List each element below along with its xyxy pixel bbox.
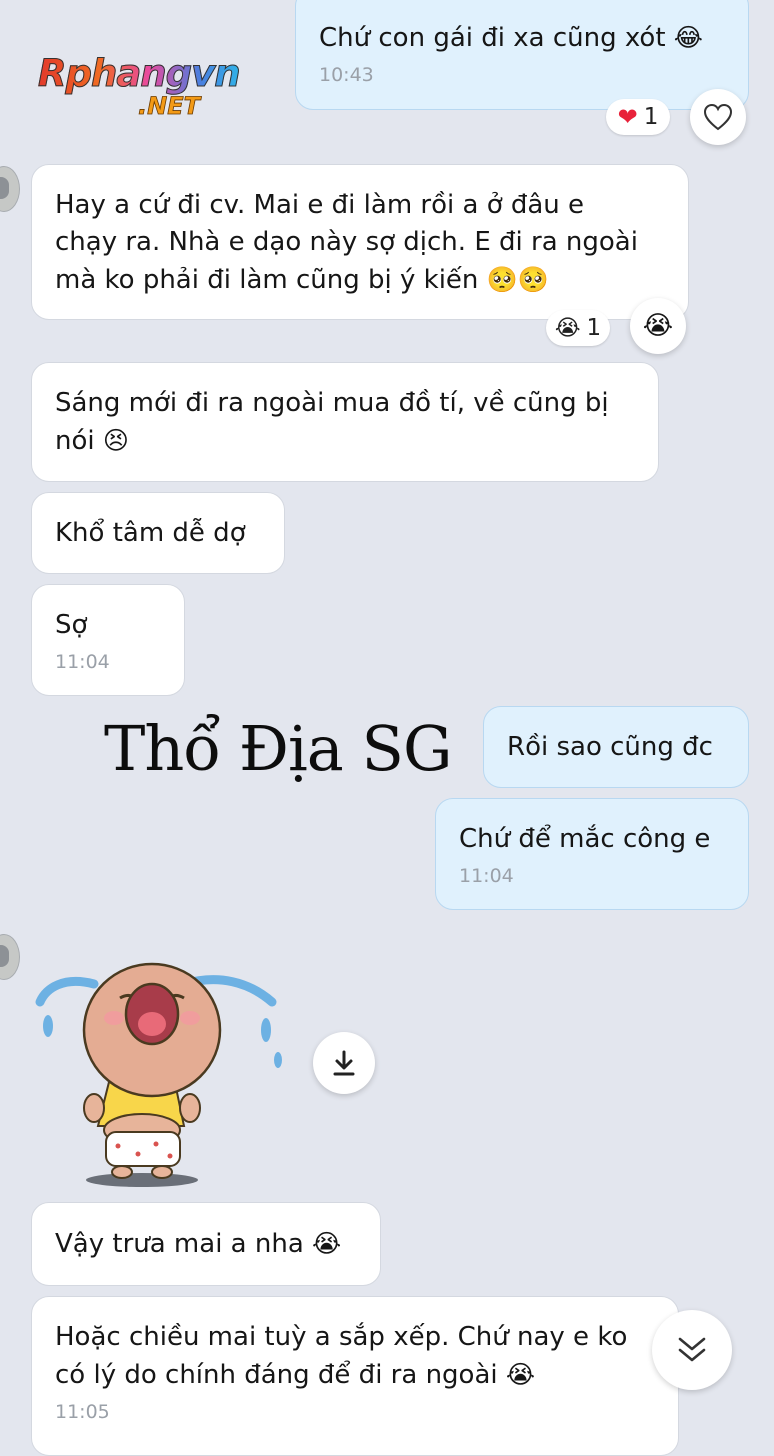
message-bubble-incoming[interactable]: Hay a cứ đi cv. Mai e đi làm rồi a ở đâu… [31, 164, 689, 320]
message-line: Sáng mới đi ra ngoài mua đồ tí, về cũng … [55, 388, 609, 418]
message-bubble-incoming[interactable]: Vậy trưa mai a nha 😭 [31, 1202, 381, 1286]
logo-text: Rphangvn [38, 52, 242, 96]
message-line: Hoặc chiều mai tuỳ a sắp xếp. Chứ nay e … [55, 1322, 628, 1352]
heart-icon: ❤ [617, 103, 638, 131]
download-icon [333, 1050, 355, 1076]
laughing-emoji: 😂 [673, 23, 704, 52]
reaction-count: 1 [586, 315, 602, 341]
message-time: 11:05 [55, 1401, 110, 1423]
message-text: Chứ để mắc công e [459, 824, 711, 854]
react-button[interactable]: 😭 [630, 298, 686, 354]
avatar[interactable] [0, 934, 20, 980]
message-text: Chứ con gái đi xa cũng xót [319, 23, 666, 53]
download-button[interactable] [313, 1032, 375, 1094]
avatar[interactable] [0, 166, 20, 212]
message-bubble-outgoing[interactable]: Rồi sao cũng đc [483, 706, 749, 788]
message-time: 10:43 [319, 64, 374, 86]
pleading-emoji: 🥺🥺 [486, 265, 549, 294]
message-text-wrap: Vậy trưa mai a nha 😭 [55, 1225, 356, 1263]
message-bubble-incoming[interactable]: Sáng mới đi ra ngoài mua đồ tí, về cũng … [31, 362, 659, 482]
message-line: nói [55, 426, 95, 456]
message-time: 11:04 [459, 865, 514, 887]
sticker-crying-baby[interactable] [34, 958, 294, 1190]
persevering-emoji: 😣 [102, 426, 129, 455]
crying-baby-sticker-image [35, 962, 282, 1187]
site-logo: Rphangvn .NET [38, 52, 273, 132]
message-text: Khổ tâm dễ dợ [55, 518, 246, 548]
loudly-crying-emoji: 😭 [505, 1360, 536, 1389]
message-line: chạy ra. Nhà e dạo này sợ dịch. E đi ra … [55, 227, 638, 257]
reaction-chip[interactable]: 😭 1 [546, 310, 610, 346]
message-bubble-incoming[interactable]: Sợ 11:04 [31, 584, 185, 696]
message-text: Vậy trưa mai a nha [55, 1229, 304, 1259]
message-line: Hay a cứ đi cv. Mai e đi làm rồi a ở đâu… [55, 190, 585, 220]
message-time: 11:04 [55, 651, 110, 673]
message-line-wrap: mà ko phải đi làm cũng bị ý kiến 🥺🥺 [55, 261, 664, 299]
message-bubble-incoming[interactable]: Khổ tâm dễ dợ [31, 492, 285, 574]
watermark-text: Thổ Địa SG [104, 712, 452, 785]
reaction-chip[interactable]: ❤ 1 [606, 99, 670, 135]
crying-emoji: 😭 [642, 311, 674, 341]
logo-domain: .NET [138, 92, 201, 121]
message-text: Rồi sao cũng đc [507, 732, 713, 762]
message-text-wrap: Chứ con gái đi xa cũng xót 😂 [319, 19, 724, 57]
message-bubble-outgoing[interactable]: Chứ con gái đi xa cũng xót 😂 10:43 [295, 0, 749, 110]
heart-outline-icon [703, 103, 733, 131]
message-line: mà ko phải đi làm cũng bị ý kiến [55, 265, 479, 295]
message-line-wrap: có lý do chính đáng để đi ra ngoài 😭 [55, 1356, 654, 1394]
message-bubble-incoming[interactable]: Hoặc chiều mai tuỳ a sắp xếp. Chứ nay e … [31, 1296, 679, 1456]
reaction-count: 1 [643, 104, 659, 130]
message-text: Sợ [55, 610, 88, 640]
loudly-crying-emoji: 😭 [312, 1229, 342, 1258]
like-button[interactable] [690, 89, 746, 145]
message-line: có lý do chính đáng để đi ra ngoài [55, 1360, 498, 1390]
scroll-to-bottom-button[interactable] [652, 1310, 732, 1390]
crying-emoji: 😭 [554, 315, 581, 341]
message-line-wrap: nói 😣 [55, 422, 634, 460]
double-chevron-down-icon [678, 1337, 706, 1362]
message-bubble-outgoing[interactable]: Chứ để mắc công e 11:04 [435, 798, 749, 910]
